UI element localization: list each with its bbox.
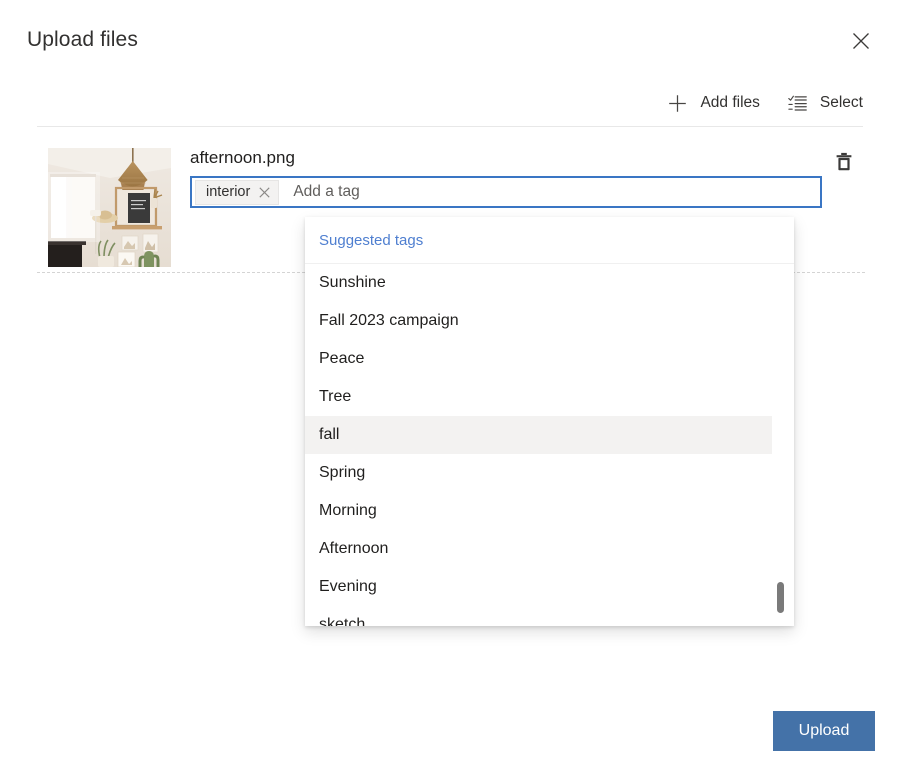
suggestion-item[interactable]: Tree <box>305 378 772 416</box>
dialog-header: Upload files <box>0 0 900 76</box>
upload-files-dialog: Upload files Add files <box>0 0 900 776</box>
add-files-button[interactable]: Add files <box>668 86 759 120</box>
suggestion-item[interactable]: Morning <box>305 492 772 530</box>
plus-icon <box>668 94 687 113</box>
delete-file-button[interactable] <box>833 152 855 174</box>
tag-pill-interior[interactable]: interior <box>195 180 279 205</box>
suggestion-item[interactable]: Sunshine <box>305 264 772 302</box>
suggestion-item[interactable]: Spring <box>305 454 772 492</box>
suggestion-label: Evening <box>319 578 377 596</box>
suggestion-label: Peace <box>319 350 364 368</box>
suggestion-label: sketch <box>319 616 365 626</box>
command-bar: Add files Select <box>668 86 863 120</box>
remove-tag-icon[interactable] <box>250 181 278 204</box>
tag-pill-label: interior <box>206 184 250 200</box>
suggested-tags-dropdown: Suggested tags Sunshine Fall 2023 campai… <box>305 217 794 626</box>
tag-input[interactable]: interior Add a tag <box>190 176 822 208</box>
suggestion-item[interactable]: Afternoon <box>305 530 772 568</box>
select-button[interactable]: Select <box>788 86 863 120</box>
suggested-tags-header-label: Suggested tags <box>319 232 423 249</box>
checklist-icon <box>788 94 807 113</box>
dropdown-scrollbar-thumb[interactable] <box>777 582 784 613</box>
suggestion-label: Spring <box>319 464 365 482</box>
suggestion-item[interactable]: Fall 2023 campaign <box>305 302 772 340</box>
suggestion-item[interactable]: sketch <box>305 606 772 626</box>
file-name: afternoon.png <box>190 148 295 168</box>
add-files-label: Add files <box>700 94 759 112</box>
select-label: Select <box>820 94 863 112</box>
page-title: Upload files <box>27 28 138 52</box>
suggestion-label: Afternoon <box>319 540 388 558</box>
suggestion-item[interactable]: Peace <box>305 340 772 378</box>
dropdown-scrollbar[interactable] <box>777 265 784 625</box>
suggestion-label: Morning <box>319 502 377 520</box>
upload-button[interactable]: Upload <box>773 711 875 751</box>
trash-icon <box>835 152 853 174</box>
suggestion-label: Tree <box>319 388 351 406</box>
close-button[interactable] <box>844 24 878 58</box>
suggestion-item-selected[interactable]: fall <box>305 416 772 454</box>
suggested-tags-header: Suggested tags <box>305 217 794 264</box>
suggestion-label: Sunshine <box>319 274 386 292</box>
tag-input-placeholder: Add a tag <box>293 183 359 201</box>
file-thumbnail <box>48 148 171 267</box>
suggestion-label: Fall 2023 campaign <box>319 312 459 330</box>
toolbar-divider <box>37 126 863 127</box>
close-icon <box>852 32 870 50</box>
suggestion-label: fall <box>319 426 339 444</box>
suggestion-item[interactable]: Evening <box>305 568 772 606</box>
